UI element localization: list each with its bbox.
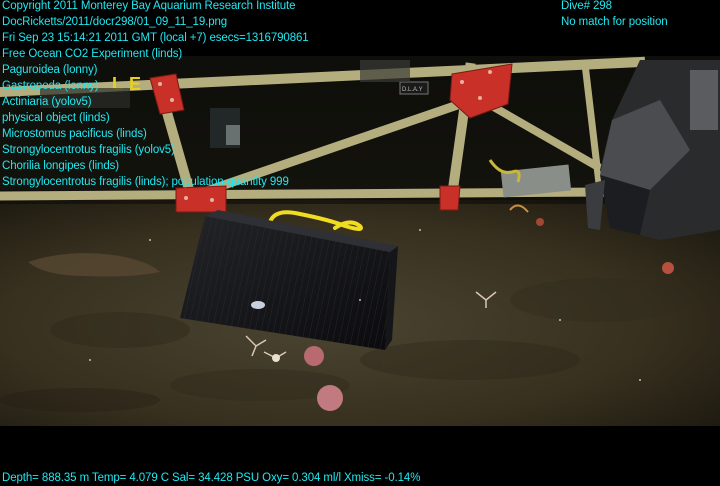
- overlay-label: Strongylocentrotus fragilis (yolov5): [2, 144, 175, 156]
- overlay-label: Microstomus pacificus (linds): [2, 128, 147, 140]
- overlay-label: Actiniaria (yolov5): [2, 96, 92, 108]
- overlay-label: Free Ocean CO2 Experiment (linds): [2, 48, 183, 60]
- overlay-label: physical object (linds): [2, 112, 110, 124]
- annotation-overlay-left: Copyright 2011 Monterey Bay Aquarium Res…: [2, 0, 309, 190]
- frame-tag-text: D.L.A.Y: [402, 87, 423, 93]
- overlay-filename: DocRicketts/2011/docr298/01_09_11_19.png: [2, 16, 228, 28]
- overlay-label: Strongylocentrotus fragilis (linds); pop…: [2, 176, 289, 188]
- overlay-label: Paguroidea (lonny): [2, 64, 98, 76]
- overlay-label: Gastropoda (lonny): [2, 80, 99, 92]
- annotation-overlay-right: Dive# 298 No match for position: [561, 0, 668, 30]
- overlay-label: Chorilia longipes (linds): [2, 160, 120, 172]
- overlay-position-status: No match for position: [561, 16, 668, 28]
- sensor-readout: Depth= 888.35 m Temp= 4.079 C Sal= 34.42…: [2, 472, 421, 484]
- overlay-dive-number: Dive# 298: [561, 0, 612, 12]
- overlay-timestamp: Fri Sep 23 15:14:21 2011 GMT (local +7) …: [2, 32, 309, 44]
- overlay-copyright: Copyright 2011 Monterey Bay Aquarium Res…: [2, 0, 296, 12]
